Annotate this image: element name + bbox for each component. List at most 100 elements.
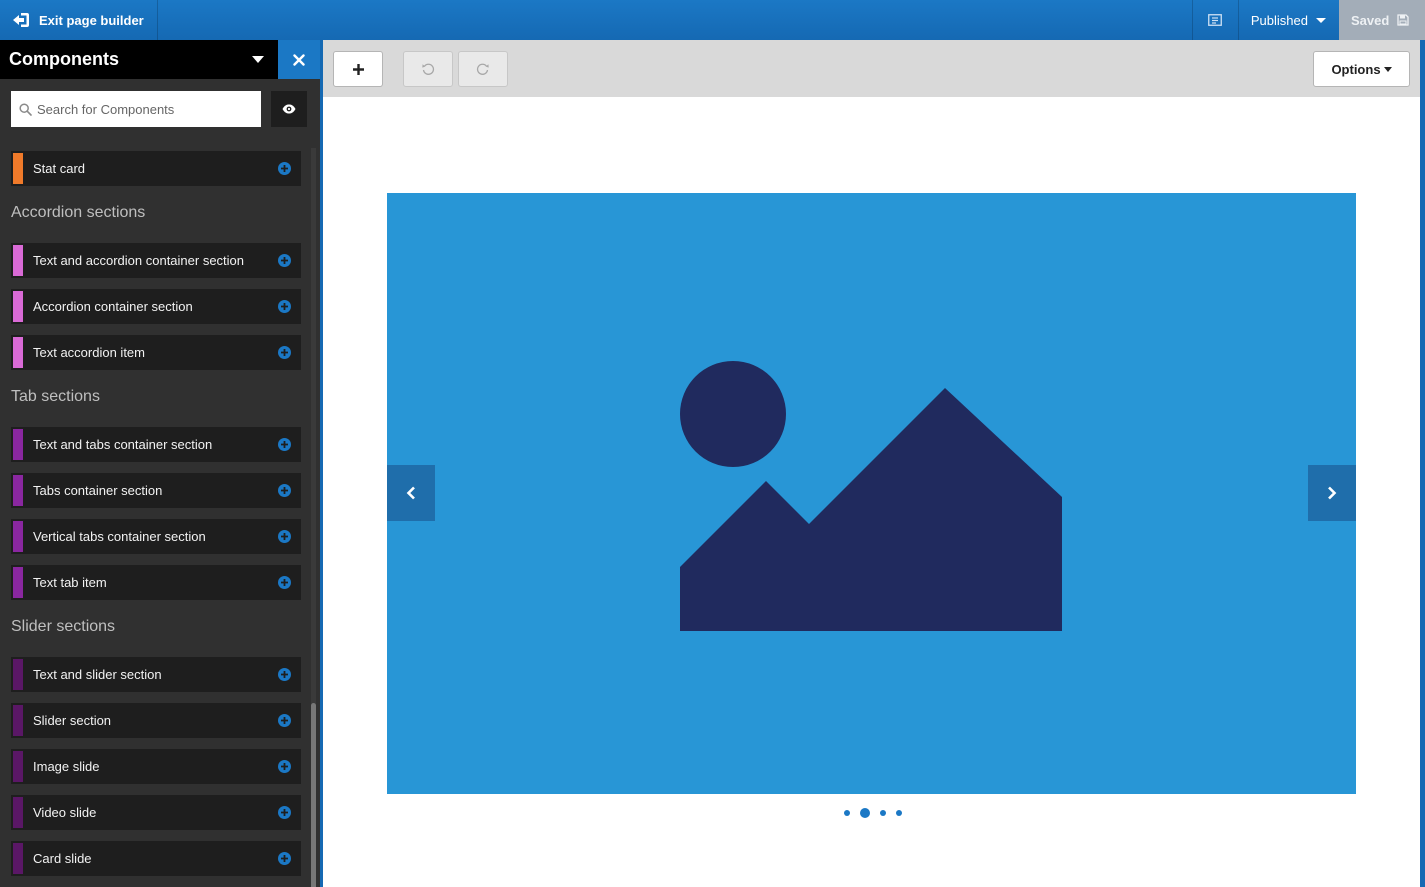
component-item-label: Vertical tabs container section [33, 529, 206, 544]
redo-button[interactable] [458, 51, 508, 87]
component-color-bar [13, 751, 23, 782]
toggle-visibility-button[interactable] [271, 91, 307, 127]
options-label: Options [1331, 61, 1381, 77]
slider-next-button[interactable] [1308, 465, 1356, 521]
builder-toolbar: Options [323, 40, 1420, 97]
sidebar-title: Components [9, 49, 119, 69]
add-circle-icon[interactable] [278, 254, 291, 267]
slider-prev-button[interactable] [387, 465, 435, 521]
component-color-bar [13, 153, 23, 184]
search-input[interactable] [37, 101, 252, 117]
component-item[interactable]: Text tab item [11, 565, 301, 600]
component-item-label: Image slide [33, 759, 100, 774]
sidebar-header: Components [0, 40, 320, 79]
eye-icon [282, 104, 296, 114]
add-circle-icon[interactable] [278, 668, 291, 681]
component-item-label: Video slide [33, 805, 97, 820]
component-search [11, 91, 261, 127]
component-item-label: Text tab item [33, 575, 107, 590]
component-color-bar [13, 429, 23, 460]
add-circle-icon[interactable] [278, 714, 291, 727]
add-circle-icon[interactable] [278, 530, 291, 543]
options-dropdown[interactable]: Options [1313, 51, 1410, 87]
preview-button[interactable] [1191, 0, 1239, 40]
component-item-label: Text and slider section [33, 667, 162, 682]
component-color-bar [13, 705, 23, 736]
section-heading: Slider sections [11, 618, 116, 635]
component-color-bar [13, 659, 23, 690]
component-item-label: Accordion container section [33, 299, 193, 314]
add-circle-icon[interactable] [278, 806, 291, 819]
component-item[interactable]: Text accordion item [11, 335, 301, 370]
component-color-bar [13, 475, 23, 506]
sidebar-scrollbar[interactable] [311, 148, 316, 887]
add-component-button[interactable] [333, 51, 383, 87]
top-bar: Exit page builder Published Saved [0, 0, 1425, 40]
add-circle-icon[interactable] [278, 300, 291, 313]
caret-down-icon [252, 56, 264, 63]
scrollbar-thumb[interactable] [311, 703, 316, 887]
component-item[interactable]: Vertical tabs container section [11, 519, 301, 554]
add-circle-icon[interactable] [278, 760, 291, 773]
component-item[interactable]: Text and slider section [11, 657, 301, 692]
plus-icon [352, 63, 364, 75]
search-icon [19, 102, 32, 116]
component-color-bar [13, 797, 23, 828]
slider-dot[interactable] [880, 810, 886, 816]
add-circle-icon[interactable] [278, 438, 291, 451]
component-item[interactable]: Card slide [11, 841, 301, 876]
component-item-label: Card slide [33, 851, 92, 866]
slider-dot[interactable] [860, 808, 870, 818]
component-item[interactable]: Image slide [11, 749, 301, 784]
component-item[interactable]: Accordion container section [11, 289, 301, 324]
component-item-label: Tabs container section [33, 483, 163, 498]
close-icon [293, 53, 305, 66]
component-color-bar [13, 291, 23, 322]
redo-icon [476, 63, 489, 75]
add-circle-icon[interactable] [278, 162, 291, 175]
component-list: Stat card Accordion sections Text and acco… [11, 151, 301, 887]
components-sidebar: Components Stat card Accordion sections Te… [0, 40, 320, 887]
component-item[interactable]: Video slide [11, 795, 301, 830]
chevron-right-icon [1328, 486, 1337, 500]
undo-icon [422, 63, 435, 75]
component-color-bar [13, 245, 23, 276]
section-heading: Accordion sections [11, 204, 146, 221]
image-placeholder-icon [680, 361, 1062, 631]
save-icon [1397, 14, 1409, 26]
exit-page-builder-button[interactable]: Exit page builder [0, 0, 158, 40]
close-sidebar-button[interactable] [278, 40, 320, 79]
component-color-bar [13, 567, 23, 598]
caret-down-icon [1383, 66, 1392, 72]
component-item-label: Slider section [33, 713, 112, 728]
component-color-bar [13, 521, 23, 552]
component-item[interactable]: Text and accordion container section [11, 243, 301, 278]
image-slider[interactable] [387, 193, 1356, 794]
section-heading: Tab sections [11, 388, 100, 405]
published-label: Published [1250, 12, 1308, 28]
published-dropdown[interactable]: Published [1239, 0, 1339, 40]
add-circle-icon[interactable] [278, 576, 291, 589]
undo-button[interactable] [403, 51, 453, 87]
add-circle-icon[interactable] [278, 346, 291, 359]
slider-dot[interactable] [844, 810, 850, 816]
add-circle-icon[interactable] [278, 852, 291, 865]
component-item[interactable]: Stat card [11, 151, 301, 186]
slider-dot[interactable] [896, 810, 902, 816]
saved-label: Saved [1351, 12, 1390, 28]
exit-page-builder-label: Exit page builder [39, 12, 144, 28]
canvas-right-border [1420, 40, 1425, 887]
page-canvas [323, 97, 1420, 887]
preview-panel-icon [1208, 14, 1223, 26]
slider-pagination [844, 808, 912, 818]
component-item[interactable]: Slider section [11, 703, 301, 738]
add-circle-icon[interactable] [278, 484, 291, 497]
components-dropdown[interactable]: Components [0, 40, 278, 79]
component-item[interactable]: Text and tabs container section [11, 427, 301, 462]
component-color-bar [13, 337, 23, 368]
saved-button[interactable]: Saved [1339, 0, 1425, 40]
component-item-label: Text and tabs container section [33, 437, 213, 452]
component-item[interactable]: Tabs container section [11, 473, 301, 508]
component-item-label: Text and accordion container section [33, 253, 245, 268]
